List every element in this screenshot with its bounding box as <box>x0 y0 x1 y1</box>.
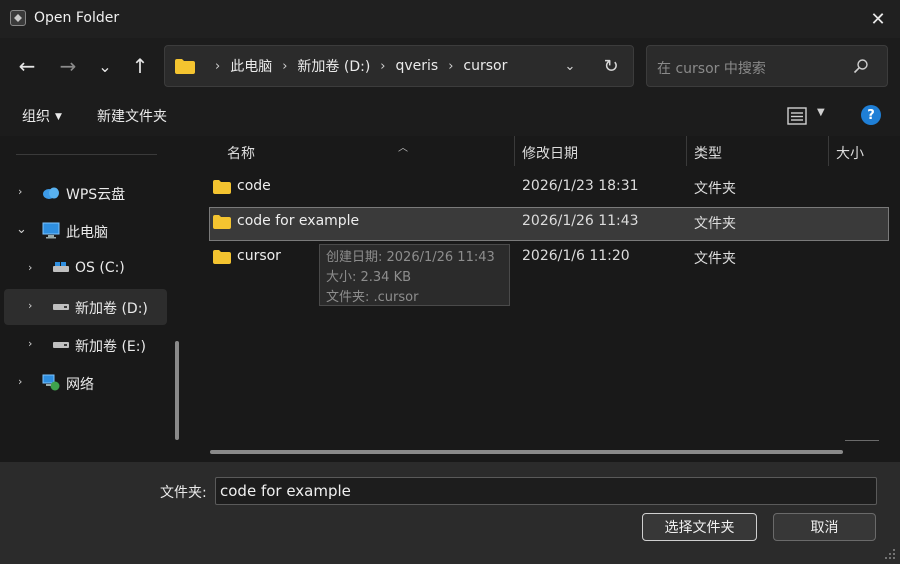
navigation-pane: › WPS云盘 ⌄ 此电脑 › OS (C:) › 新加卷 (D:) › 新加卷… <box>0 136 190 462</box>
sort-ascending-icon: ︿ <box>398 143 408 154</box>
dialog-footer: 文件夹: 选择文件夹 取消 <box>0 462 900 564</box>
divider <box>16 154 157 155</box>
column-header-modified[interactable]: 修改日期 <box>522 143 578 175</box>
sidebar-item-drive-c[interactable]: › OS (C:) <box>4 251 167 287</box>
tooltip-created: 创建日期: 2026/1/26 11:43 <box>326 250 495 265</box>
drive-icon <box>53 304 69 310</box>
sidebar-item-label: 新加卷 (D:) <box>75 301 148 317</box>
cancel-button[interactable]: 取消 <box>773 513 876 541</box>
sidebar-item-label: OS (C:) <box>75 260 125 276</box>
search-input[interactable]: 在 cursor 中搜索 <box>646 45 888 87</box>
chevron-right-icon[interactable]: › <box>28 261 32 274</box>
organize-menu[interactable]: 组织 ▼ <box>22 106 62 126</box>
file-type: 文件夹 <box>694 216 736 232</box>
file-modified: 2026/1/26 11:43 <box>522 213 639 229</box>
folder-icon <box>213 250 231 264</box>
view-options-icon[interactable] <box>787 107 807 125</box>
command-bar: 组织 ▼ 新建文件夹 ▼ ? <box>0 94 900 136</box>
sidebar-item-this-pc[interactable]: ⌄ 此电脑 <box>4 213 167 249</box>
breadcrumb-item-qveris[interactable]: qveris <box>395 58 438 74</box>
column-divider[interactable] <box>828 136 829 166</box>
folder-icon <box>213 215 231 229</box>
chevron-down-icon[interactable]: ⌄ <box>16 222 27 237</box>
chevron-right-icon[interactable]: › <box>28 299 32 312</box>
file-row-selected[interactable]: code for example 2026/1/26 11:43 文件夹 <box>209 207 889 241</box>
chevron-right-icon[interactable]: › <box>28 337 32 350</box>
divider <box>845 440 879 441</box>
search-icon[interactable] <box>853 58 869 74</box>
file-name: code <box>237 178 271 194</box>
cloud-icon <box>43 187 59 199</box>
organize-label: 组织 <box>22 109 50 125</box>
file-list: 名称 ︿ 修改日期 类型 大小 code 2026/1/23 18:31 文件夹… <box>191 136 900 462</box>
sidebar-item-label: WPS云盘 <box>66 187 126 203</box>
sidebar-scrollbar[interactable] <box>175 341 179 440</box>
help-icon[interactable]: ? <box>861 105 881 125</box>
folder-icon <box>175 59 195 74</box>
column-divider[interactable] <box>686 136 687 166</box>
file-type: 文件夹 <box>694 251 736 267</box>
caret-down-icon: ▼ <box>55 112 62 122</box>
sidebar-item-drive-d[interactable]: › 新加卷 (D:) <box>4 289 167 325</box>
tooltip-folder: 文件夹: .cursor <box>326 290 419 305</box>
chevron-right-icon[interactable]: › <box>18 375 22 388</box>
file-name: cursor <box>237 248 281 264</box>
sidebar-item-label: 网络 <box>66 377 94 393</box>
search-placeholder: 在 cursor 中搜索 <box>657 61 766 77</box>
folder-icon <box>213 180 231 194</box>
breadcrumb-item-cursor[interactable]: cursor <box>463 58 507 74</box>
file-name: code for example <box>237 213 360 229</box>
chevron-right-icon[interactable]: › <box>380 59 385 74</box>
horizontal-scrollbar[interactable] <box>210 450 843 454</box>
select-folder-button[interactable]: 选择文件夹 <box>642 513 757 541</box>
sidebar-item-label: 新加卷 (E:) <box>75 339 146 355</box>
drive-icon <box>53 342 69 348</box>
breadcrumb-item-this-pc[interactable]: 此电脑 <box>230 56 272 76</box>
forward-button[interactable]: → <box>54 52 82 80</box>
chevron-right-icon[interactable]: › <box>18 185 22 198</box>
file-modified: 2026/1/6 11:20 <box>522 248 630 264</box>
file-type: 文件夹 <box>694 181 736 197</box>
view-options-caret-icon[interactable]: ▼ <box>817 107 825 118</box>
column-header-type[interactable]: 类型 <box>694 143 722 175</box>
column-header-size[interactable]: 大小 <box>836 143 864 175</box>
breadcrumb: › 此电脑 › 新加卷 (D:) › qveris › cursor <box>205 46 507 86</box>
window-title: Open Folder <box>34 10 120 26</box>
chevron-right-icon[interactable]: › <box>282 59 287 74</box>
back-button[interactable]: ← <box>13 52 41 80</box>
title-bar: Open Folder ✕ <box>0 0 900 38</box>
breadcrumb-item-drive-d[interactable]: 新加卷 (D:) <box>297 56 370 76</box>
folder-field-label: 文件夹: <box>160 485 207 501</box>
recent-locations-button[interactable]: ⌄ <box>91 52 119 80</box>
address-history-dropdown[interactable]: ⌄ <box>559 56 581 76</box>
app-icon <box>10 10 26 26</box>
file-row[interactable]: cursor 2026/1/6 11:20 文件夹 <box>209 242 889 276</box>
close-button[interactable]: ✕ <box>864 5 892 33</box>
sidebar-item-label: 此电脑 <box>66 225 108 241</box>
sidebar-item-wps-cloud[interactable]: › WPS云盘 <box>4 175 167 211</box>
new-folder-button[interactable]: 新建文件夹 <box>97 106 167 126</box>
sidebar-item-network[interactable]: › 网络 <box>4 365 167 401</box>
column-header-name[interactable]: 名称 ︿ <box>227 143 408 175</box>
navigation-bar: ← → ⌄ ↑ › 此电脑 › 新加卷 (D:) › qveris › curs… <box>0 38 900 94</box>
drive-icon <box>53 262 69 272</box>
file-info-tooltip: 创建日期: 2026/1/26 11:43 大小: 2.34 KB 文件夹: .… <box>319 244 510 306</box>
file-modified: 2026/1/23 18:31 <box>522 178 639 194</box>
sidebar-item-drive-e[interactable]: › 新加卷 (E:) <box>4 327 167 363</box>
chevron-right-icon[interactable]: › <box>448 59 453 74</box>
column-divider[interactable] <box>514 136 515 166</box>
up-button[interactable]: ↑ <box>126 52 154 80</box>
computer-icon <box>42 222 60 239</box>
file-row[interactable]: code 2026/1/23 18:31 文件夹 <box>209 172 889 206</box>
resize-grip-icon[interactable] <box>884 548 896 560</box>
network-icon <box>42 374 60 391</box>
column-label: 名称 <box>227 146 255 162</box>
address-bar[interactable]: › 此电脑 › 新加卷 (D:) › qveris › cursor ⌄ ↻ <box>164 45 634 87</box>
refresh-button[interactable]: ↻ <box>599 54 623 78</box>
chevron-right-icon: › <box>215 58 221 74</box>
tooltip-size: 大小: 2.34 KB <box>326 270 412 285</box>
folder-name-input[interactable] <box>215 477 877 505</box>
